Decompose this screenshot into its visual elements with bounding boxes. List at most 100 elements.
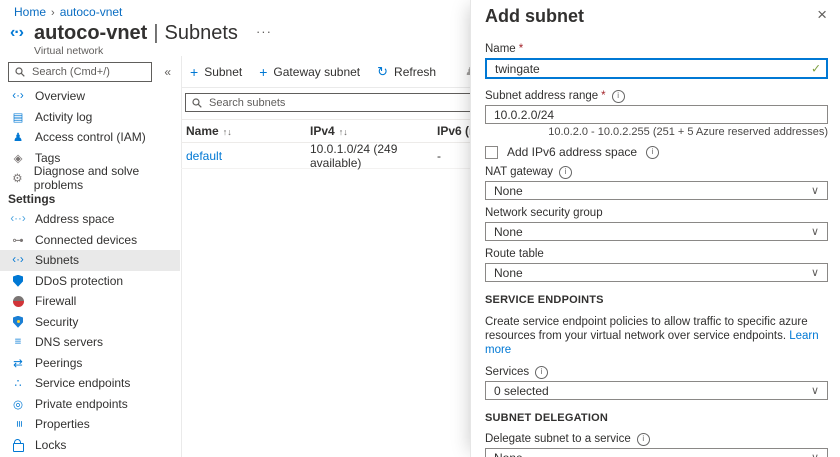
- sidebar-item-label: Overview: [35, 89, 85, 103]
- sidebar-item-properties[interactable]: ≡ Properties: [0, 414, 180, 435]
- subnets-icon: ‹·›: [10, 254, 26, 266]
- peerings-icon: ⇄: [10, 356, 26, 370]
- add-gateway-subnet-button[interactable]: + Gateway subnet: [259, 64, 360, 80]
- sidebar-item-label: Tags: [35, 151, 60, 165]
- firewall-icon: [10, 296, 26, 307]
- azure-portal-page: Home›autoco-vnet ‹·› autoco-vnet|Subnets…: [0, 0, 840, 457]
- sidebar-item-label: Firewall: [35, 294, 76, 308]
- name-field[interactable]: [485, 58, 828, 79]
- name-label: Name*: [485, 42, 828, 56]
- sidebar-search[interactable]: [8, 62, 152, 82]
- plus-icon: +: [259, 64, 267, 80]
- sidebar-search-input[interactable]: [30, 65, 145, 79]
- breadcrumb-separator: ›: [46, 7, 60, 19]
- selected-value: None: [494, 266, 523, 280]
- dns-servers-icon: ≡: [10, 336, 26, 348]
- sort-icon: ↑↓: [339, 127, 348, 137]
- sidebar-item-overview[interactable]: ‹·› Overview: [0, 86, 180, 107]
- resource-name: autoco-vnet: [34, 22, 147, 44]
- sidebar-item-service-endpoints[interactable]: ∴ Service endpoints: [0, 373, 180, 394]
- sidebar-item-ddos-protection[interactable]: DDoS protection: [0, 271, 180, 292]
- sidebar-item-label: Subnets: [35, 253, 79, 267]
- private-endpoints-icon: ◎: [10, 397, 26, 411]
- subnet-search-input[interactable]: [207, 96, 478, 110]
- sidebar-item-locks[interactable]: Locks: [0, 435, 180, 456]
- sidebar-item-peerings[interactable]: ⇄ Peerings: [0, 353, 180, 374]
- sidebar-item-label: Service endpoints: [35, 376, 130, 390]
- locks-icon: [10, 438, 26, 452]
- search-icon: [15, 67, 25, 77]
- toolbar-button-label: Refresh: [394, 65, 436, 79]
- service-endpoints-icon: ∴: [10, 376, 26, 390]
- sidebar-item-diagnose[interactable]: ⚙ Diagnose and solve problems: [0, 168, 180, 189]
- title-separator: |: [147, 22, 164, 44]
- service-endpoints-description: Create service endpoint policies to allo…: [485, 315, 828, 357]
- sidebar-item-connected-devices[interactable]: ⊶ Connected devices: [0, 230, 180, 251]
- breadcrumb-home-link[interactable]: Home: [14, 5, 46, 19]
- chevron-down-icon: ∨: [811, 266, 819, 279]
- refresh-icon: ↻: [377, 64, 388, 80]
- sidebar-item-security[interactable]: Security: [0, 312, 180, 333]
- activity-log-icon: ▤: [10, 110, 26, 124]
- sidebar-item-label: Address space: [35, 212, 114, 226]
- network-security-group-select[interactable]: None ∨: [485, 222, 828, 241]
- services-select[interactable]: 0 selected ∨: [485, 381, 828, 400]
- refresh-button[interactable]: ↻ Refresh: [377, 64, 436, 80]
- subnet-delegation-heading: SUBNET DELEGATION: [485, 412, 828, 425]
- sidebar-item-label: Access control (IAM): [35, 130, 146, 144]
- sidebar-item-label: DDoS protection: [35, 274, 123, 288]
- selected-value: None: [494, 184, 523, 198]
- network-security-group-label: Network security group: [485, 206, 828, 220]
- ipv6-checkbox[interactable]: [485, 146, 498, 159]
- close-icon[interactable]: ×: [817, 6, 827, 24]
- add-subnet-button[interactable]: + Subnet: [190, 64, 242, 80]
- delegate-subnet-select[interactable]: None ∨: [485, 448, 828, 457]
- sidebar-item-access-control[interactable]: ♟ Access control (IAM): [0, 127, 180, 148]
- sidebar-item-label: Locks: [35, 438, 66, 452]
- subnet-name-link[interactable]: default: [186, 149, 310, 163]
- sidebar-item-subnets[interactable]: ‹·› Subnets: [0, 250, 180, 271]
- table-row[interactable]: default 10.0.1.0/24 (249 available) -: [181, 142, 481, 169]
- virtual-network-icon: ‹·›: [10, 24, 34, 42]
- sidebar-item-firewall[interactable]: Firewall: [0, 291, 180, 312]
- selected-value: None: [494, 225, 523, 239]
- nat-gateway-label: NAT gatewayi: [485, 165, 828, 179]
- toolbar-button-label: Gateway subnet: [273, 65, 360, 79]
- search-icon: [192, 98, 202, 108]
- subnet-ipv4-value: 10.0.1.0/24 (249 available): [310, 142, 437, 170]
- column-header-name[interactable]: Name↑↓: [186, 124, 310, 138]
- security-icon: [10, 316, 26, 328]
- subnet-search[interactable]: [185, 93, 485, 112]
- sidebar-item-address-space[interactable]: ‹··› Address space: [0, 209, 180, 230]
- add-subnet-panel: Add subnet × Name* ✓ Subnet address rang…: [470, 0, 840, 457]
- column-header-ipv4[interactable]: IPv4↑↓: [310, 124, 437, 138]
- sidebar-item-activity-log[interactable]: ▤ Activity log: [0, 107, 180, 128]
- sidebar-item-private-endpoints[interactable]: ◎ Private endpoints: [0, 394, 180, 415]
- required-asterisk: *: [601, 90, 605, 102]
- info-icon[interactable]: i: [535, 366, 548, 379]
- sort-icon: ↑↓: [223, 127, 232, 137]
- chevron-down-icon: ∨: [811, 451, 819, 457]
- sidebar-item-dns-servers[interactable]: ≡ DNS servers: [0, 332, 180, 353]
- subnet-address-range-label: Subnet address range*i: [485, 89, 828, 103]
- toolbar: + Subnet + Gateway subnet ↻ Refresh ♟ Ma…: [181, 56, 471, 88]
- sidebar-item-label: Security: [35, 315, 78, 329]
- route-table-label: Route table: [485, 247, 828, 261]
- sidebar-item-label: Private endpoints: [35, 397, 128, 411]
- selected-value: None: [494, 451, 523, 457]
- breadcrumb-current-link[interactable]: autoco-vnet: [60, 5, 123, 19]
- info-icon[interactable]: i: [612, 90, 625, 103]
- more-options-icon[interactable]: ···: [256, 24, 272, 39]
- collapse-sidebar-icon[interactable]: «: [164, 65, 171, 79]
- sidebar-item-label: Activity log: [35, 110, 92, 124]
- route-table-select[interactable]: None ∨: [485, 263, 828, 282]
- subnet-address-range-field[interactable]: [485, 105, 828, 124]
- sidebar-item-label: DNS servers: [35, 335, 103, 349]
- panel-body: Name* ✓ Subnet address range*i 10.0.2.0 …: [485, 42, 828, 457]
- blade-name: Subnets: [165, 22, 238, 44]
- page-header: ‹·› autoco-vnet|Subnets··· Virtual netwo…: [10, 21, 272, 57]
- info-icon[interactable]: i: [637, 433, 650, 446]
- info-icon[interactable]: i: [646, 146, 659, 159]
- nat-gateway-select[interactable]: None ∨: [485, 181, 828, 200]
- info-icon[interactable]: i: [559, 166, 572, 179]
